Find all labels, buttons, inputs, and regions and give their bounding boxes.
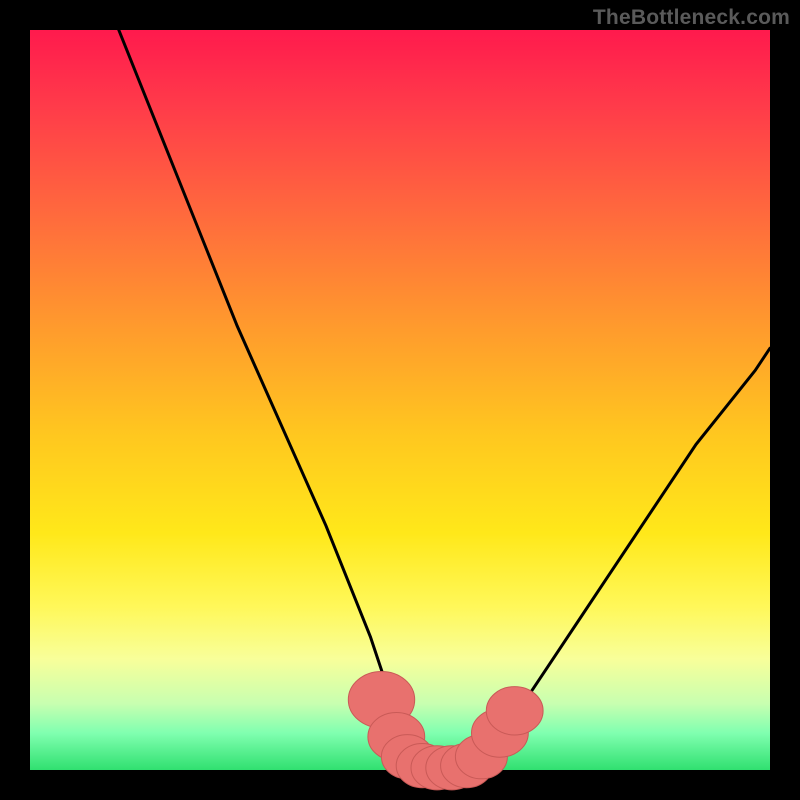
attribution-label: TheBottleneck.com (593, 6, 790, 30)
curve-marker (486, 687, 543, 735)
plot-area (30, 30, 770, 770)
curve-path (119, 30, 770, 770)
marker-group (348, 672, 543, 790)
chart-frame: TheBottleneck.com (0, 0, 800, 800)
chart-svg (30, 30, 770, 770)
